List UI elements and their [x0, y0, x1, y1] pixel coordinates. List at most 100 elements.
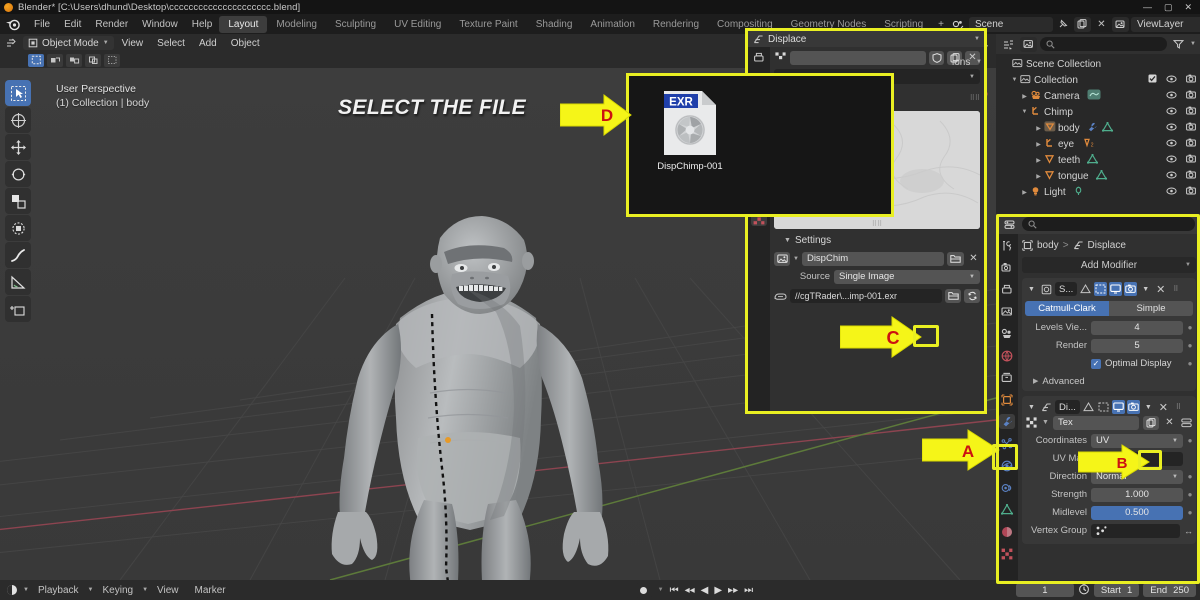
workspace-animation[interactable]: Animation — [581, 16, 643, 33]
folder-open-icon[interactable] — [945, 288, 961, 303]
texture-name-field[interactable] — [790, 50, 926, 65]
workspace-uv-editing[interactable]: UV Editing — [385, 16, 450, 33]
fake-user-icon[interactable] — [929, 50, 944, 65]
workspace-sculpting[interactable]: Sculpting — [326, 16, 385, 33]
outliner-row-chimp[interactable]: ▼ Chimp — [996, 104, 1200, 120]
render-camera-icon[interactable] — [1186, 186, 1196, 198]
timeline-menu-view[interactable]: View — [150, 583, 186, 598]
next-keyframe-icon[interactable]: ▸▸ — [728, 585, 738, 596]
end-frame-group[interactable]: End 250 — [1143, 583, 1196, 597]
viewport-menu-add[interactable]: Add — [193, 37, 223, 50]
chevron-down-icon[interactable]: ▼ — [974, 36, 980, 42]
frame-range-group[interactable]: Start 1 — [1093, 583, 1140, 597]
timeline-menu-marker[interactable]: Marker — [188, 583, 233, 598]
outliner-editor[interactable]: ▼ Scene Collection ▼ Collection ▶ Camera… — [996, 34, 1200, 214]
tweak-tool-icon[interactable] — [5, 80, 31, 106]
mesh-data-icon[interactable] — [1087, 153, 1099, 167]
mesh-data-icon[interactable] — [1095, 169, 1107, 183]
outliner-editor-type-icon[interactable] — [1000, 37, 1017, 52]
render-camera-icon[interactable] — [1186, 74, 1196, 86]
current-frame-field[interactable]: 1 — [1015, 583, 1074, 597]
prev-keyframe-icon[interactable]: ◂◂ — [685, 585, 695, 596]
menu-render[interactable]: Render — [88, 17, 135, 32]
viewport-menu-view[interactable]: View — [116, 37, 150, 50]
outliner-search-input[interactable] — [1040, 37, 1168, 51]
folder-open-icon[interactable] — [947, 251, 964, 266]
render-camera-icon[interactable] — [1186, 154, 1196, 166]
camera-data-icon[interactable] — [1087, 89, 1101, 103]
render-camera-icon[interactable] — [1186, 122, 1196, 134]
editor-type-icon[interactable] — [4, 36, 21, 51]
move-tool-icon[interactable] — [5, 134, 31, 160]
add-cube-tool-icon[interactable] — [5, 296, 31, 322]
expand-arrow[interactable]: ▶ — [1034, 141, 1043, 148]
file-item[interactable]: EXR DispChimp-001 — [651, 90, 729, 172]
light-data-icon[interactable] — [1073, 186, 1084, 199]
workspace-texture-paint[interactable]: Texture Paint — [450, 16, 526, 33]
play-reverse-icon[interactable]: ◀ — [701, 585, 709, 596]
outliner-row-camera[interactable]: ▶ Camera — [996, 88, 1200, 104]
scale-tool-icon[interactable] — [5, 188, 31, 214]
mesh-data-icon[interactable]: 2 — [1081, 138, 1094, 151]
unlink-image-icon[interactable]: ✕ — [967, 252, 980, 266]
settings-section-header[interactable]: ▼ Settings — [774, 233, 980, 248]
cursor-tool-icon[interactable] — [5, 107, 31, 133]
expand-arrow[interactable]: ▶ — [1020, 189, 1029, 196]
record-icon[interactable] — [634, 582, 652, 598]
maximize-button[interactable]: ▢ — [1164, 2, 1173, 12]
outliner-row-eye[interactable]: ▶ eye 2 — [996, 136, 1200, 152]
visibility-eye-icon[interactable] — [1166, 139, 1177, 150]
source-dropdown[interactable]: Single Image ▼ — [834, 269, 980, 284]
refresh-icon[interactable] — [964, 288, 980, 303]
transform-tool-icon[interactable] — [5, 215, 31, 241]
menu-file[interactable]: File — [27, 17, 57, 32]
new-scene-icon[interactable] — [1073, 16, 1091, 32]
timeline-menu-keying[interactable]: Keying — [95, 583, 140, 598]
delete-scene-icon[interactable]: ✕ — [1093, 17, 1110, 32]
mesh-data-icon[interactable] — [1101, 121, 1113, 135]
workspace-modeling[interactable]: Modeling — [267, 16, 326, 33]
auto-keying-icon[interactable] — [1078, 582, 1090, 598]
outliner-row-collection[interactable]: ▼ Collection — [996, 72, 1200, 88]
options-label[interactable]: ions — [952, 57, 970, 68]
visibility-eye-icon[interactable] — [1166, 187, 1177, 198]
viewlayer-name-field[interactable]: ViewLayer — [1130, 16, 1200, 32]
timeline-editor-type-icon[interactable] — [4, 583, 21, 598]
visibility-eye-icon[interactable] — [1166, 107, 1177, 118]
visibility-eye-icon[interactable] — [1166, 75, 1177, 86]
visibility-eye-icon[interactable] — [1166, 91, 1177, 102]
image-browse-icon[interactable] — [774, 251, 790, 266]
object-mode-dropdown[interactable]: Object Mode ▼ — [23, 36, 114, 50]
menu-edit[interactable]: Edit — [57, 17, 88, 32]
expand-arrow[interactable]: ▼ — [1010, 77, 1019, 83]
annotate-tool-icon[interactable] — [5, 242, 31, 268]
workspace-layout[interactable]: Layout — [219, 15, 268, 33]
wrench-icon[interactable] — [1087, 122, 1098, 135]
viewlayer-browse-icon[interactable] — [1111, 16, 1129, 32]
filter-icon[interactable] — [1170, 37, 1187, 52]
render-camera-icon[interactable] — [1186, 106, 1196, 118]
play-icon[interactable]: ▶ — [714, 585, 722, 596]
select-box-icon[interactable] — [28, 53, 44, 67]
visibility-eye-icon[interactable] — [1166, 123, 1177, 134]
viewport-menu-select[interactable]: Select — [151, 37, 191, 50]
render-camera-icon[interactable] — [1186, 170, 1196, 182]
visibility-eye-icon[interactable] — [1166, 171, 1177, 182]
rotate-tool-icon[interactable] — [5, 161, 31, 187]
expand-arrow[interactable]: ▶ — [1034, 173, 1043, 180]
blender-menu-icon[interactable] — [5, 17, 21, 31]
viewport-menu-object[interactable]: Object — [225, 37, 266, 50]
render-camera-icon[interactable] — [1186, 138, 1196, 150]
drag-handle-icon[interactable]: ⠿⠿ — [872, 220, 882, 228]
image-name-field[interactable]: DispChim — [801, 251, 944, 266]
minimize-button[interactable]: — — [1143, 2, 1152, 12]
output-icon[interactable] — [751, 50, 767, 65]
filepath-field[interactable]: //cgTRader\...imp-001.exr — [790, 288, 942, 303]
render-camera-icon[interactable] — [1186, 90, 1196, 102]
file-browser-popup[interactable]: EXR DispChimp-001 — [626, 73, 894, 217]
expand-arrow[interactable]: ▶ — [1020, 93, 1029, 100]
expand-arrow[interactable]: ▶ — [1034, 125, 1043, 132]
texture-browse-icon[interactable] — [774, 51, 787, 65]
expand-arrow[interactable]: ▼ — [1020, 109, 1029, 115]
measure-tool-icon[interactable] — [5, 269, 31, 295]
